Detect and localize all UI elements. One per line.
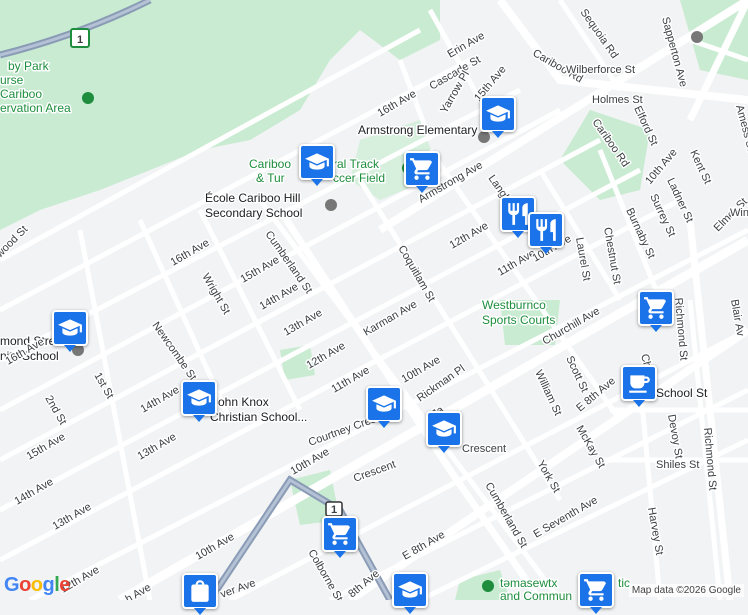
conservation-area-label: ervation Area bbox=[0, 101, 71, 115]
john-knox-label: John Knox bbox=[212, 395, 269, 409]
street-label: 10th Ave bbox=[194, 531, 237, 563]
course-label: urse bbox=[0, 73, 24, 87]
burnaby-park-label: by Park bbox=[8, 59, 50, 73]
street-label: Amess St bbox=[733, 104, 748, 153]
graduation-cap-icon bbox=[398, 581, 422, 598]
street-label: 14th Ave bbox=[13, 476, 56, 508]
landmark-icon bbox=[691, 31, 703, 43]
cariboo-conservation-label: Cariboo bbox=[0, 87, 42, 101]
graduation-cap-icon bbox=[486, 105, 510, 122]
shopping-cart-icon bbox=[584, 579, 607, 601]
street-label: 2nd St bbox=[42, 394, 68, 428]
street-label: William St bbox=[532, 368, 564, 417]
graduation-cap-icon bbox=[58, 319, 82, 336]
google-logo: Google bbox=[4, 574, 70, 596]
highway-shield-number: 1 bbox=[331, 504, 337, 516]
tamasewtx-label: təmasewtx bbox=[500, 576, 557, 590]
restaurant-icon bbox=[536, 219, 556, 241]
street-label: Crescent bbox=[462, 443, 506, 455]
grocery-pin[interactable] bbox=[322, 516, 358, 558]
school-pin[interactable] bbox=[480, 96, 516, 138]
school-pin[interactable] bbox=[426, 411, 462, 453]
street-label: Blair Av bbox=[728, 298, 746, 337]
shopping-cart-icon bbox=[410, 158, 433, 180]
westburnco-label: Westburnco bbox=[482, 298, 546, 312]
school-pin[interactable] bbox=[299, 144, 335, 186]
restaurant-pin[interactable] bbox=[528, 212, 564, 254]
school-pin[interactable] bbox=[52, 310, 88, 352]
graduation-cap-icon bbox=[432, 420, 456, 437]
street-label: Laurel St bbox=[573, 236, 592, 281]
street-label: 16th Ave bbox=[376, 88, 419, 120]
shopping-cart-icon bbox=[328, 523, 351, 545]
map-canvas[interactable]: 1 1 by Park urse Cariboo ervation Area A… bbox=[0, 0, 748, 600]
school-st-label: School St bbox=[656, 386, 708, 400]
street-label: 1st St bbox=[91, 371, 115, 401]
school-icon bbox=[478, 131, 490, 143]
street-label: Richmond St bbox=[672, 297, 689, 361]
street-label: Shiles St bbox=[656, 459, 699, 471]
street-label: 14th Ave bbox=[139, 384, 182, 416]
park-icon bbox=[482, 580, 494, 592]
street-label: Kent St bbox=[687, 148, 713, 186]
shopping-cart-icon bbox=[644, 297, 667, 319]
westburnco-label: Sports Courts bbox=[482, 313, 555, 327]
school-icon bbox=[325, 199, 337, 211]
shopping-pin[interactable] bbox=[182, 573, 218, 615]
street-label: Wright St bbox=[199, 272, 232, 317]
park-icon bbox=[82, 92, 94, 104]
street-label: Win bbox=[730, 207, 748, 219]
john-knox-label: Christian School... bbox=[210, 410, 307, 424]
street-label: 12th Ave bbox=[448, 220, 491, 252]
cariboo-track-label: & Tur bbox=[256, 171, 285, 185]
map-attribution[interactable]: Map data ©2026 Google bbox=[628, 584, 744, 597]
school-pin[interactable] bbox=[366, 386, 402, 428]
graduation-cap-icon bbox=[187, 389, 211, 406]
school-pin[interactable] bbox=[392, 572, 428, 614]
graduation-cap-icon bbox=[372, 395, 396, 412]
tamasewtx-label: and Commun bbox=[500, 589, 572, 600]
grocery-pin[interactable] bbox=[578, 572, 614, 614]
street-label: Harvey St bbox=[645, 506, 665, 556]
cariboo-track-label: Cariboo bbox=[249, 157, 291, 171]
cariboo-track-label: ral Track bbox=[333, 157, 380, 171]
ecole-cariboo-label: École Cariboo Hill bbox=[205, 190, 300, 205]
cafe-pin[interactable] bbox=[621, 365, 657, 407]
street-label: 13th Ave bbox=[282, 307, 325, 339]
coffee-cup-icon bbox=[629, 375, 650, 393]
highway-shield-number: 1 bbox=[77, 34, 83, 46]
street-label: 14th Ave bbox=[258, 281, 301, 313]
grocery-pin[interactable] bbox=[638, 290, 674, 332]
street-label: Wilberforce St bbox=[566, 64, 635, 76]
street-label: 15th Ave bbox=[239, 254, 282, 286]
street-label: Devoy St bbox=[665, 413, 685, 459]
shopping-bag-icon bbox=[191, 580, 209, 602]
street-label: Holmes St bbox=[592, 94, 643, 106]
graduation-cap-icon bbox=[305, 153, 329, 170]
armstrong-elementary-label: Armstrong Elementary bbox=[358, 123, 477, 137]
grocery-pin[interactable] bbox=[404, 151, 440, 193]
cariboo-track-label: ccer Field bbox=[333, 171, 385, 185]
school-pin[interactable] bbox=[181, 380, 217, 422]
street-label: wood St bbox=[0, 224, 30, 261]
ecole-cariboo-label: Secondary School bbox=[205, 206, 302, 220]
